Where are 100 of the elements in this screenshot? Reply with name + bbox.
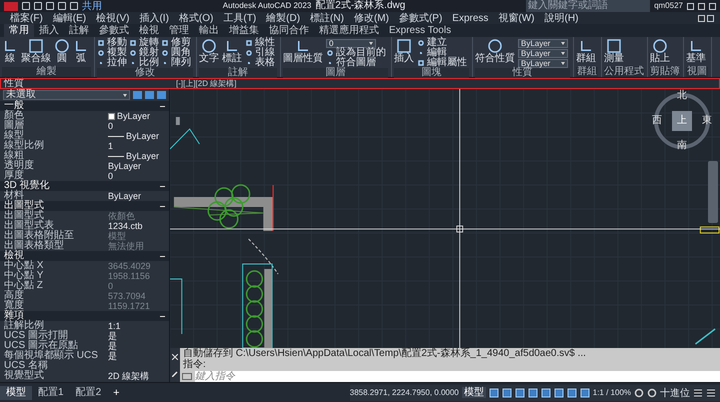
menu-item[interactable]: 修改(M) [350, 12, 393, 24]
menu-item[interactable]: 插入(I) [135, 12, 173, 24]
layout-tab[interactable]: 配置1 [32, 386, 70, 400]
ribbon-button[interactable]: 圖層性質 [283, 38, 323, 64]
menu-item[interactable]: 參數式(P) [394, 12, 446, 24]
menu-item[interactable]: 說明(H) [540, 12, 582, 24]
view-cube[interactable]: 上 [672, 111, 692, 131]
menu-item[interactable]: 編輯(E) [48, 12, 90, 24]
layout-tab[interactable]: 模型 [0, 386, 32, 400]
panel-title[interactable]: 繪製 [2, 67, 91, 77]
panel-title[interactable]: 視圖 [686, 67, 708, 77]
model-space-button[interactable]: 模型 [462, 387, 486, 398]
wrench-icon[interactable] [172, 370, 178, 376]
menu-item[interactable]: 視窗(W) [494, 12, 539, 24]
ribbon-tab[interactable]: 檢視 [134, 24, 164, 37]
menu-item[interactable]: 繪製(D) [262, 12, 304, 24]
ribbon-button[interactable]: 插入 [394, 38, 414, 64]
color-swatch [108, 112, 115, 120]
section-header[interactable]: 雜項 [0, 311, 169, 321]
ribbon-button[interactable]: 拉伸 [97, 58, 127, 68]
property-name: 厚度 [4, 171, 24, 181]
section-header[interactable]: 一般 [0, 101, 169, 111]
ribbon-button[interactable]: 文字 [199, 38, 219, 64]
ribbon-tab[interactable]: 註解 [64, 24, 94, 37]
ribbon-tab[interactable]: 精選應用程式 [314, 24, 384, 37]
ribbon-button[interactable]: 鏡射 [129, 48, 159, 58]
ribbon-dropdown[interactable]: 0 [326, 39, 376, 48]
command-input[interactable]: 鍵入指令 [195, 370, 720, 382]
ribbon-button[interactable]: 弧 [73, 38, 89, 64]
file-name: 配置2式-森林系.dwg [315, 1, 406, 11]
menu-item[interactable]: 格式(O) [174, 12, 218, 24]
ribbon-button[interactable]: 圓 [54, 38, 70, 64]
ribbon-button[interactable]: 貼上 [650, 38, 670, 64]
property-name: 線型 [4, 131, 24, 141]
menu-icon[interactable] [706, 388, 716, 398]
caret-icon [123, 94, 127, 96]
menu-item[interactable]: Express [448, 12, 492, 24]
section-header[interactable]: 出圖型式 [0, 201, 169, 211]
ribbon-button[interactable]: 陣列 [161, 58, 191, 68]
ribbon-button[interactable]: 線 [2, 38, 18, 64]
ribbon-button[interactable]: 編輯 [417, 48, 467, 58]
ribbon-dropdown[interactable]: ByLayer [518, 39, 568, 48]
ribbon-button[interactable]: 符合性質 [475, 38, 515, 64]
ribbon-tab[interactable]: Express Tools [384, 24, 456, 37]
share-button[interactable]: 共用 [82, 0, 102, 13]
annotation-scale[interactable]: 1:1 / 100% [592, 388, 631, 397]
property-name: 圖層 [4, 121, 25, 131]
ribbon-button[interactable]: 線性 [245, 38, 275, 48]
ribbon-button[interactable]: 複製 [97, 48, 127, 58]
ribbon-tab[interactable]: 常用 [4, 24, 34, 37]
ribbon-button[interactable]: 群組 [576, 38, 596, 64]
ribbon-tab[interactable]: 參數式 [94, 24, 134, 37]
ribbon-tab[interactable]: 插入 [34, 24, 64, 37]
tool-icon [2, 38, 18, 54]
ribbon-button[interactable]: 移動 [97, 38, 127, 48]
section-header[interactable]: 3D 視覺化 [0, 181, 169, 191]
command-prompt-icon[interactable] [182, 372, 192, 380]
panel-title[interactable]: 修改 [97, 68, 193, 78]
ribbon-button[interactable]: 引線 [245, 48, 275, 58]
panel-title[interactable]: 剪貼簿 [650, 67, 680, 77]
layout-tab[interactable]: 配置2 [70, 386, 108, 400]
user-name[interactable]: qm0527 [654, 1, 683, 11]
ribbon-button[interactable]: 符合圖層 [326, 58, 386, 68]
selection-dropdown[interactable]: 未選取 [3, 90, 130, 100]
ribbon-button[interactable]: 建立 [417, 38, 467, 48]
ribbon-button[interactable]: 設為目前的 [326, 48, 386, 58]
menu-item[interactable]: 檢視(V) [92, 12, 134, 24]
ribbon-button[interactable]: 旋轉 [129, 38, 159, 48]
ribbon-button[interactable]: 圓角 [161, 48, 191, 58]
ribbon-button[interactable]: 標註 [222, 38, 242, 64]
ribbon-dropdown[interactable]: ByLayer [518, 49, 568, 58]
ribbon-button[interactable]: 聚合線 [21, 38, 51, 64]
ribbon-dropdown[interactable]: ByLayer [518, 59, 568, 68]
ribbon-tab[interactable]: 協同合作 [264, 24, 314, 37]
menu-item[interactable]: 檔案(F) [6, 12, 47, 24]
panel-title[interactable]: 註解 [199, 68, 277, 78]
section-header[interactable]: 檢視 [0, 251, 169, 261]
ribbon-button[interactable]: 編輯屬性 [417, 58, 467, 68]
panel-title[interactable]: 圖層 [283, 68, 388, 78]
property-value: 是 [108, 351, 117, 361]
panel-title[interactable]: 群組 [576, 67, 598, 77]
ribbon-tab[interactable]: 輸出 [194, 24, 224, 37]
ribbon-button[interactable]: 基準 [686, 38, 706, 64]
panel-title[interactable]: 公用程式 [604, 67, 644, 77]
ribbon-button[interactable]: 測量 [604, 38, 624, 64]
add-layout-button[interactable]: + [107, 386, 126, 400]
section-title: 一般 [4, 101, 24, 111]
menu-item[interactable]: 工具(T) [219, 12, 260, 24]
viewport-label[interactable]: [-][上][2D 線架構] [170, 78, 236, 89]
ribbon-tab[interactable]: 管理 [164, 24, 194, 37]
property-name: 材料 [4, 191, 24, 201]
ribbon-tab[interactable]: 增益集 [224, 24, 264, 37]
panel-title[interactable]: 圖塊 [394, 68, 469, 78]
units-selector[interactable]: 十進位 [660, 386, 690, 400]
drawing-canvas[interactable]: 北 西 上 東 南 [170, 89, 720, 348]
menu-item[interactable]: 標註(N) [306, 12, 348, 24]
ribbon-button[interactable]: 修剪 [161, 38, 191, 48]
ribbon-button[interactable]: 比例 [129, 58, 159, 68]
ribbon-button[interactable]: 表格 [245, 58, 275, 68]
panel-title[interactable]: 性質 [475, 68, 570, 78]
